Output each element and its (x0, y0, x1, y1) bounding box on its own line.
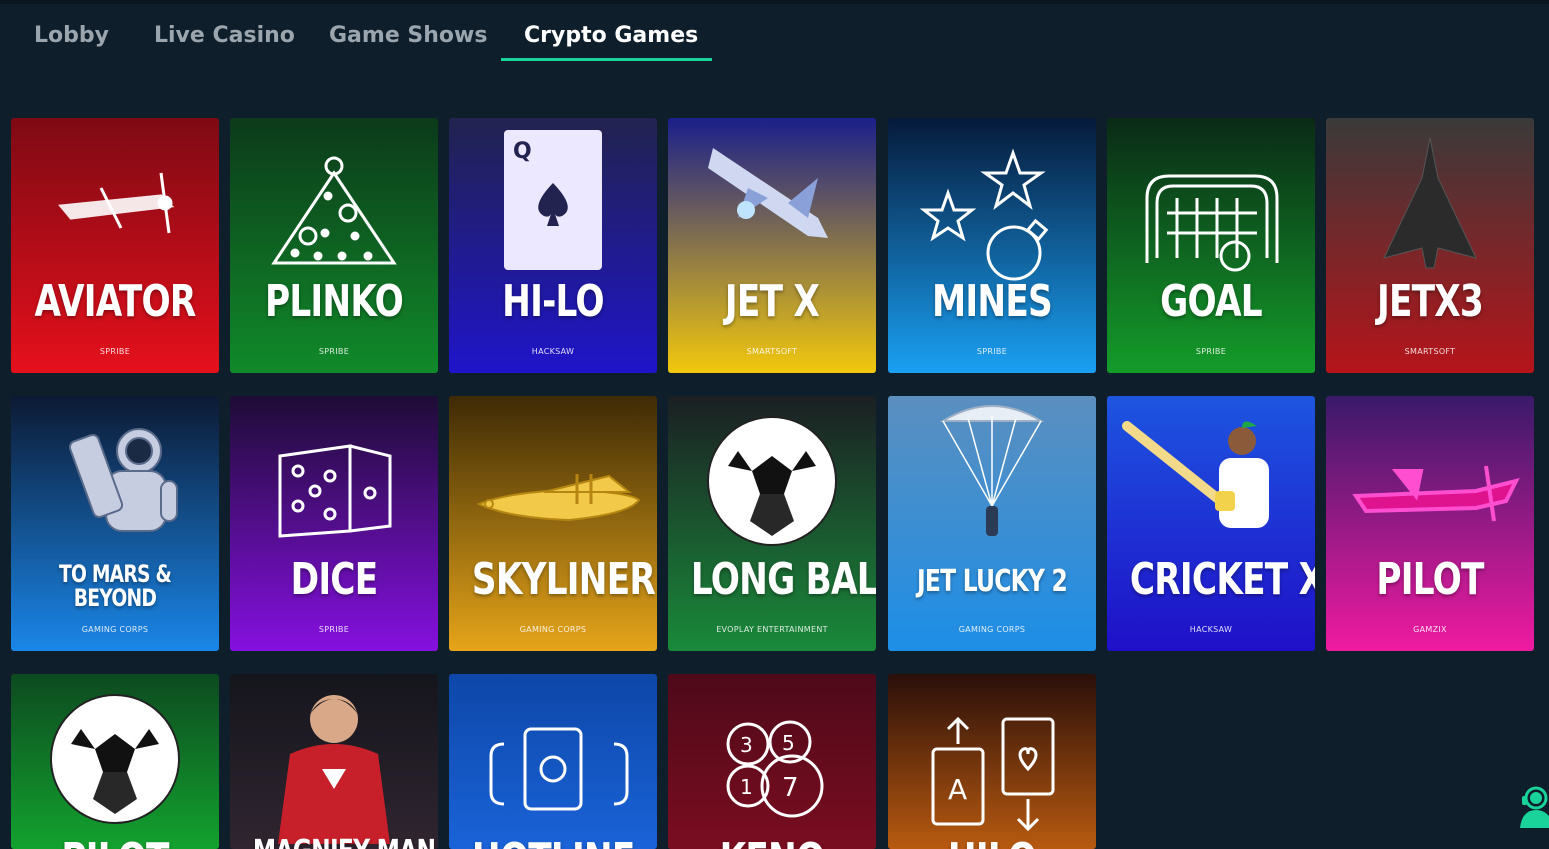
soccer-ball-icon (707, 416, 837, 546)
svg-text:3: 3 (740, 733, 753, 757)
game-title: HI-LO (502, 276, 604, 327)
game-card[interactable]: JET LUCKY 2 GAMING CORPS (888, 396, 1096, 651)
game-title: GOAL (1160, 276, 1263, 327)
support-agent-icon (1520, 786, 1549, 828)
astronaut-icon (68, 428, 178, 532)
game-title: MINES (932, 276, 1053, 327)
game-title: MAGNIFY MAN (253, 834, 436, 849)
triangle-balls-icon (271, 156, 397, 265)
game-card[interactable]: TO MARS & BEYOND GAMING CORPS (11, 396, 219, 651)
game-card[interactable]: MAGNIFY MAN (230, 674, 438, 849)
game-title: PILOT (34, 834, 196, 849)
svg-text:7: 7 (782, 773, 799, 803)
game-card[interactable]: 3 5 1 7 KENO (668, 674, 876, 849)
support-button[interactable] (1514, 780, 1549, 828)
game-card[interactable]: LONG BALL EVOPLAY ENTERTAINMENT (668, 396, 876, 651)
card-spade-icon: Q (504, 130, 602, 270)
game-provider: SMARTSOFT (1404, 347, 1456, 356)
game-card[interactable]: CRICKET X HACKSAW (1107, 396, 1315, 651)
game-title: KENO (691, 834, 853, 849)
game-provider: SMARTSOFT (746, 347, 798, 356)
game-title: JET X (724, 276, 820, 327)
plane-gold-icon (476, 474, 641, 522)
game-title: CRICKET X (1129, 554, 1315, 605)
neon-plane-icon (1352, 465, 1520, 522)
game-card[interactable]: AVIATOR SPRIBE (11, 118, 219, 373)
game-provider: HACKSAW (531, 347, 575, 356)
game-title: TO MARS & BEYOND (58, 560, 172, 612)
game-provider: SPRIBE (318, 625, 350, 634)
game-card[interactable]: MINES SPRIBE (888, 118, 1096, 373)
hero-icon (278, 695, 390, 844)
game-provider: GAMING CORPS (958, 625, 1026, 634)
game-provider: SPRIBE (99, 347, 131, 356)
games-grid: AVIATOR SPRIBE PLINKO SPRIBE Q HI-LO HACKSAW JE… (0, 0, 1549, 849)
game-card[interactable]: PILOT (11, 674, 219, 849)
game-title: PLINKO (264, 276, 404, 327)
game-card[interactable]: SKYLINER GAMING CORPS (449, 396, 657, 651)
game-title: AVIATOR (34, 276, 196, 327)
airplane-icon (58, 172, 175, 234)
game-title: JET LUCKY 2 (917, 564, 1068, 599)
game-card[interactable]: HOTLINE (449, 674, 657, 849)
game-title: JETX3 (1376, 276, 1484, 327)
game-card[interactable]: JET X SMARTSOFT (668, 118, 876, 373)
keno-balls-icon: 3 5 1 7 (726, 720, 824, 818)
parachute-icon (939, 405, 1045, 536)
game-provider: SPRIBE (318, 347, 350, 356)
game-card[interactable]: Q HI-LO HACKSAW (449, 118, 657, 373)
game-card[interactable]: A HILO (888, 674, 1096, 849)
game-provider: SPRIBE (1195, 347, 1227, 356)
game-provider: GAMZIX (1413, 625, 1447, 634)
game-provider: SPRIBE (976, 347, 1008, 356)
goal-net-icon (1145, 174, 1279, 272)
game-title: HILO (911, 834, 1073, 849)
game-card[interactable]: GOAL SPRIBE (1107, 118, 1315, 373)
dice-icon (278, 444, 392, 538)
svg-text:5: 5 (782, 731, 795, 755)
cricket-player-icon (1122, 421, 1269, 528)
stars-bomb-icon (919, 148, 1049, 281)
game-card[interactable]: PILOT GAMZIX (1326, 396, 1534, 651)
jet-icon (708, 148, 828, 238)
game-title: HOTLINE (472, 834, 635, 849)
game-provider: GAMING CORPS (81, 625, 149, 634)
game-card[interactable]: DICE SPRIBE (230, 396, 438, 651)
game-title: LONG BALL (690, 554, 876, 605)
svg-text:A: A (948, 773, 967, 806)
slot-reels-icon (489, 727, 629, 811)
game-provider: EVOPLAY ENTERTAINMENT (716, 625, 828, 634)
game-provider: GAMING CORPS (519, 625, 587, 634)
soccer-ball-icon (50, 694, 180, 824)
fighter-jet-icon (1383, 137, 1477, 269)
game-provider: HACKSAW (1189, 625, 1233, 634)
game-title: DICE (290, 554, 379, 605)
game-title: PILOT (1376, 554, 1484, 605)
svg-text:Q: Q (513, 139, 532, 164)
game-title: SKYLINER (471, 554, 656, 605)
svg-text:1: 1 (740, 775, 753, 799)
game-card[interactable]: JETX3 SMARTSOFT (1326, 118, 1534, 373)
hilo-cards-icon: A (931, 716, 1055, 832)
game-card[interactable]: PLINKO SPRIBE (230, 118, 438, 373)
